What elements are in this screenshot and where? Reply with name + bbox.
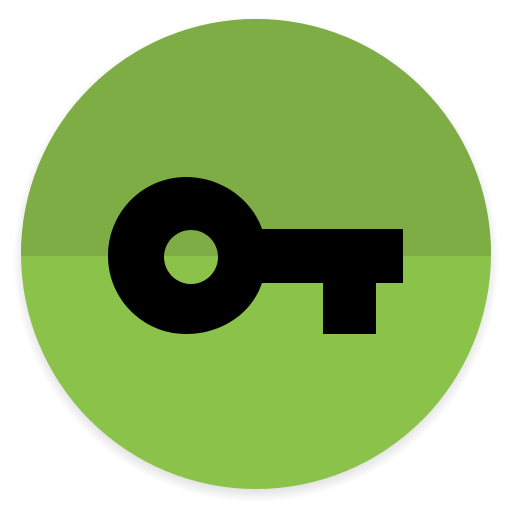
app-icon-stage xyxy=(0,0,512,512)
app-icon xyxy=(13,16,499,502)
